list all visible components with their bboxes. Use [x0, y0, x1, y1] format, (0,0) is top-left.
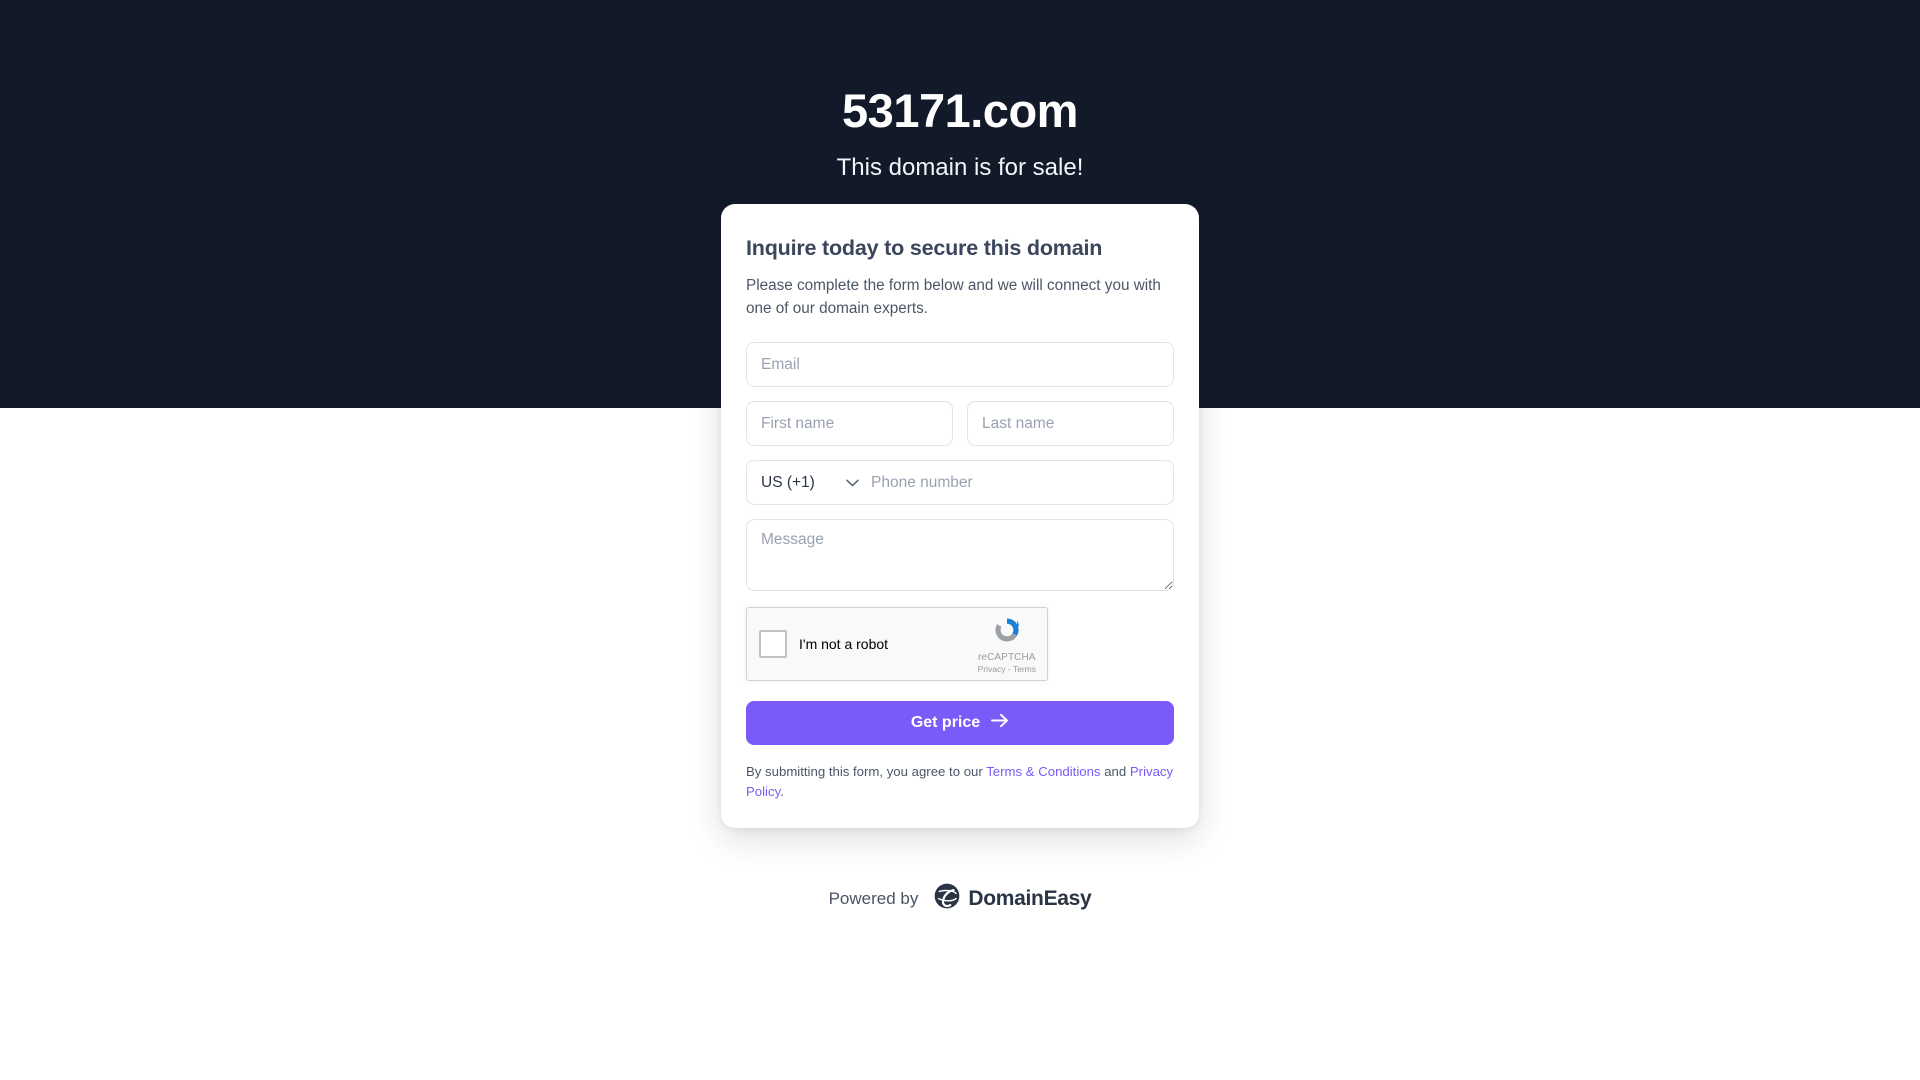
card-title: Inquire today to secure this domain [746, 236, 1103, 260]
get-price-label: Get price [910, 714, 981, 732]
card-description: Please complete the form below and we wi… [746, 276, 1161, 317]
phone-number-field[interactable] [869, 461, 1173, 505]
recaptcha-checkbox[interactable] [759, 630, 787, 659]
recaptcha-branding: reCAPTCHA Privacy - Terms [978, 614, 1047, 674]
country-code-select[interactable]: US (+1) [747, 461, 869, 504]
recaptcha-check-group: I'm not a robot [747, 630, 889, 659]
first-name-field[interactable] [746, 401, 953, 447]
legal-middle: and [1100, 764, 1130, 780]
legal-text: By submitting this form, you agree to ou… [746, 762, 1174, 802]
domaineasy-brand-name: DomainEasy [968, 886, 1092, 910]
country-code-label: US (+1) [761, 473, 815, 491]
powered-by-label: Powered by [828, 888, 919, 908]
arrow-right-icon [991, 713, 1009, 733]
recaptcha-links[interactable]: Privacy - Terms [978, 665, 1036, 674]
phone-group: US (+1) [746, 460, 1174, 506]
inquiry-card: Inquire today to secure this domain Plea… [721, 204, 1199, 829]
chevron-down-icon [834, 479, 859, 487]
last-name-field[interactable] [967, 401, 1174, 447]
footer: Powered by DomainEasy [0, 883, 1920, 914]
terms-conditions-link[interactable]: Terms & Conditions [986, 764, 1100, 779]
page-root: 53171.com This domain is for sale! Inqui… [0, 0, 1920, 1080]
email-row [746, 342, 1174, 388]
legal-prefix: By submitting this form, you agree to ou… [746, 764, 987, 780]
message-row [746, 519, 1174, 592]
legal-suffix: . [780, 784, 784, 800]
hero-content: 53171.com This domain is for sale! [0, 0, 1920, 183]
page-title: 53171.com [842, 84, 1078, 137]
recaptcha-brand-name: reCAPTCHA [978, 652, 1036, 664]
email-field[interactable] [746, 342, 1174, 388]
recaptcha-widget[interactable]: I'm not a robot reCAPTCHA Privacy - Term… [746, 607, 1048, 682]
recaptcha-label: I'm not a robot [799, 636, 889, 653]
domaineasy-logo-icon [934, 883, 960, 914]
name-row [746, 401, 1174, 447]
phone-row: US (+1) [746, 460, 1174, 506]
message-field[interactable] [746, 519, 1174, 592]
recaptcha-logo-icon [978, 614, 1036, 650]
hero-subtitle: This domain is for sale! [836, 154, 1084, 182]
inquiry-form: US (+1) I'm not a ro [746, 342, 1174, 802]
get-price-button[interactable]: Get price [746, 701, 1174, 746]
domaineasy-brand[interactable]: DomainEasy [934, 883, 1092, 914]
